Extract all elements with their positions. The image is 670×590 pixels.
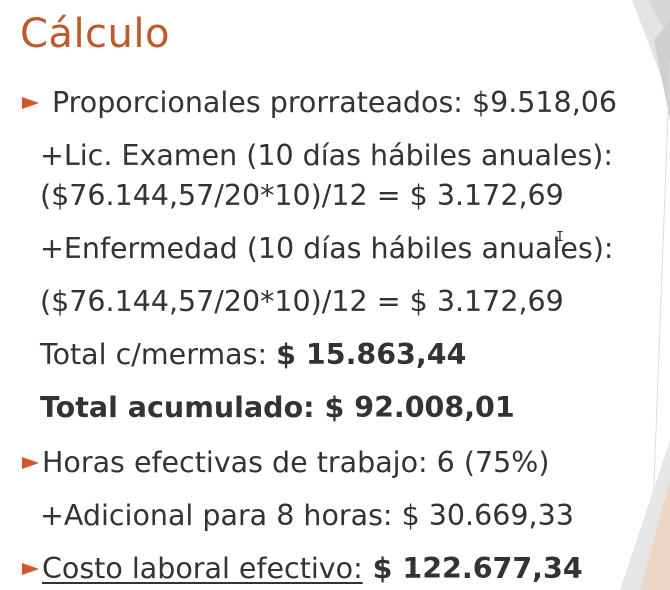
text-cursor-icon: I: [556, 230, 564, 245]
slide-decoration: [620, 0, 670, 590]
bullet-arrow-icon: [22, 97, 39, 109]
total-mermas-label: Total c/mermas:: [40, 338, 277, 371]
line-enfermedad: +Enfermedad (10 días hábiles anuales):: [40, 232, 614, 265]
line-costo-laboral: Costo laboral efectivo: $ 122.677,34: [42, 551, 583, 587]
line-lic-examen-formula: ($76.144,57/20*10)/12 = $ 3.172,69: [40, 179, 564, 212]
line-lic-examen: +Lic. Examen (10 días hábiles anuales):: [40, 139, 614, 172]
total-mermas-value: $ 15.863,44: [276, 338, 467, 371]
line-enfermedad-formula: ($76.144,57/20*10)/12 = $ 3.172,69: [40, 285, 564, 318]
line-adicional: +Adicional para 8 horas: $ 30.669,33: [40, 499, 574, 532]
line-total-mermas: Total c/mermas: $ 15.863,44: [40, 337, 466, 373]
line-total-acumulado: Total acumulado: $ 92.008,01: [40, 391, 515, 424]
costo-laboral-value: $ 122.677,34: [362, 552, 583, 585]
line-horas-efectivas: Horas efectivas de trabajo: 6 (75%): [42, 446, 550, 479]
slide-title: Cálculo: [20, 11, 170, 57]
line-proporcionales: Proporcionales prorrateados: $9.518,06: [52, 86, 618, 119]
bullet-arrow-icon: [22, 563, 39, 575]
costo-laboral-label: Costo laboral efectivo:: [42, 552, 363, 585]
bullet-arrow-icon: [22, 457, 39, 469]
slide: Cálculo Proporcionales prorrateados: $9.…: [0, 0, 670, 590]
